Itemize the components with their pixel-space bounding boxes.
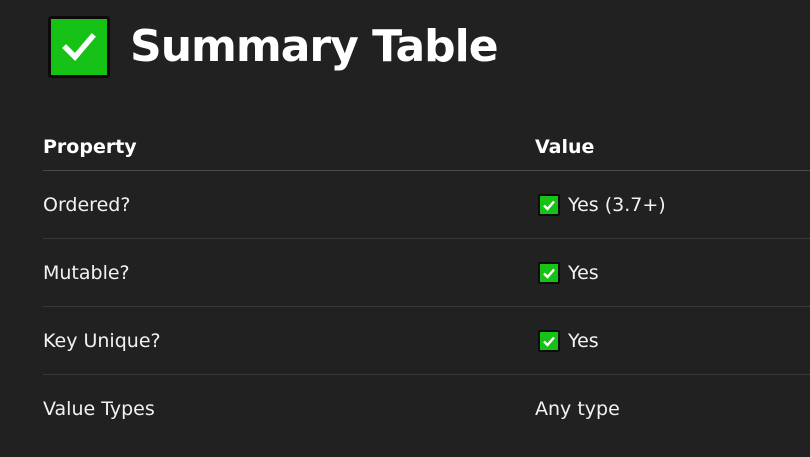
value-text: Any type — [535, 397, 620, 420]
value-cell: Yes — [535, 329, 599, 352]
column-header-value: Value — [535, 136, 595, 158]
value-text: Yes (3.7+) — [568, 193, 666, 216]
page-title: Summary Table — [130, 21, 499, 72]
column-header-property: Property — [43, 136, 137, 158]
value-cell: Yes (3.7+) — [535, 193, 666, 216]
summary-table: Property Value Ordered? Yes (3.7+) Mutab… — [43, 124, 810, 442]
check-mark-button-icon — [538, 261, 560, 284]
check-mark-button-icon — [538, 193, 560, 216]
table-row: Value Types Any type — [43, 375, 810, 442]
table-header-row: Property Value — [43, 124, 810, 171]
value-text: Yes — [568, 329, 599, 352]
table-row: Ordered? Yes (3.7+) — [43, 171, 810, 239]
property-cell: Ordered? — [43, 193, 131, 216]
check-mark-button-icon — [48, 16, 110, 78]
value-cell: Any type — [535, 398, 620, 420]
table-row: Mutable? Yes — [43, 239, 810, 307]
table-row: Key Unique? Yes — [43, 307, 810, 375]
page-heading: Summary Table — [48, 14, 499, 80]
property-cell: Key Unique? — [43, 329, 161, 352]
property-cell: Value Types — [43, 397, 155, 420]
value-text: Yes — [568, 261, 599, 284]
check-mark-button-icon — [538, 329, 560, 352]
property-cell: Mutable? — [43, 261, 130, 284]
value-cell: Yes — [535, 261, 599, 284]
